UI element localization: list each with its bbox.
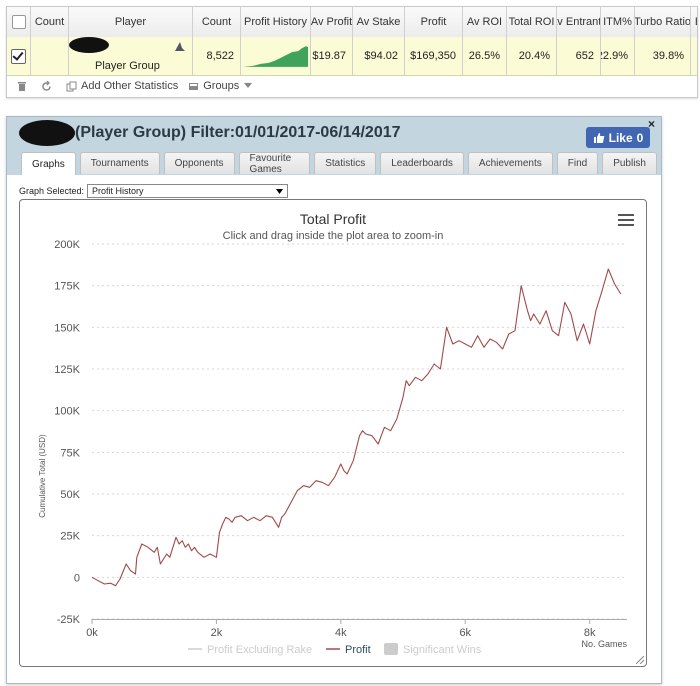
x-tick-label: 4k	[335, 627, 347, 639]
table-header-row: Count Player Count Profit History Av Pro…	[7, 7, 697, 38]
column-header-av-entrants[interactable]: Av Entrants	[557, 7, 601, 37]
close-button[interactable]: ×	[648, 117, 655, 131]
graph-selected-label: Graph Selected:	[19, 186, 85, 196]
like-label: Like	[608, 130, 633, 145]
dropdown-arrow-icon	[276, 188, 284, 194]
av-entrants-value: 652	[557, 37, 601, 75]
y-tick-label: 200K	[54, 239, 80, 251]
groups-label: Groups	[203, 80, 240, 92]
column-header-count[interactable]: Count	[31, 7, 69, 37]
av-stake-value: $94.02	[353, 37, 405, 75]
refresh-icon[interactable]	[41, 80, 56, 92]
y-tick-label: 125K	[54, 364, 80, 376]
y-tick-label: 150K	[54, 322, 80, 334]
column-header-count-2[interactable]: Count	[193, 7, 241, 37]
statistics-table: Count Player Count Profit History Av Pro…	[6, 6, 698, 98]
x-tick-label: 0k	[86, 627, 98, 639]
x-tick-label: 8k	[584, 627, 596, 639]
add-other-statistics-label: Add Other Statistics	[81, 80, 179, 92]
legend-item-profit[interactable]: Profit	[326, 644, 371, 656]
panel-title: (Player Group) Filter:01/01/2017-06/14/2…	[75, 124, 401, 141]
total-roi-value: 20.4%	[507, 37, 557, 75]
itm-value: 22.9%	[601, 37, 635, 75]
groups-icon	[189, 82, 199, 90]
column-header-total-roi[interactable]: Total ROI	[507, 7, 557, 37]
turbo-ratio-value: 39.8%	[635, 37, 691, 75]
chevron-down-icon	[244, 83, 253, 88]
row-checkbox[interactable]	[7, 37, 31, 75]
profit-chart[interactable]: Total Profit Click and drag inside the p…	[19, 199, 647, 667]
table-row[interactable]: Player Group 8,522 $19.87 $94.02 $169,35…	[7, 37, 697, 76]
trash-icon[interactable]	[17, 81, 31, 92]
column-header-profit-history[interactable]: Profit History	[241, 7, 311, 37]
chart-title: Total Profit	[300, 211, 366, 227]
legend-item-significant-wins[interactable]: Significant Wins	[384, 643, 482, 656]
y-tick-label: 25K	[60, 531, 80, 543]
count-cell	[31, 37, 69, 75]
count-value: 8,522	[193, 37, 241, 75]
legend-label: Profit	[345, 644, 371, 656]
column-header-itm[interactable]: ITM%	[601, 7, 635, 37]
chart-menu-icon[interactable]	[618, 214, 634, 226]
add-other-statistics-button[interactable]: Add Other Statistics	[66, 80, 178, 92]
tab-opponents[interactable]: Opponents	[163, 152, 235, 174]
column-header-av-roi[interactable]: Av ROI	[463, 7, 507, 37]
tab-favourite-games[interactable]: Favourite Games	[238, 152, 311, 175]
legend-item-profit-excluding-rake[interactable]: Profit Excluding Rake	[188, 644, 312, 656]
av-profit-value: $19.87	[311, 37, 353, 75]
like-count: 0	[636, 130, 644, 145]
copy-icon	[66, 81, 77, 91]
tab-leaderboards[interactable]: Leaderboards	[380, 152, 464, 174]
column-header-av-profit[interactable]: Av Profit	[311, 7, 353, 37]
profit-value: $169,350	[405, 37, 463, 75]
y-axis-label: Cumulative Total (USD)	[38, 434, 47, 518]
av-roi-value: 26.5%	[463, 37, 507, 75]
tab-achievements[interactable]: Achievements	[467, 152, 553, 174]
select-all-checkbox[interactable]	[7, 7, 31, 37]
y-tick-label: 0	[74, 572, 80, 584]
legend-label: Profit Excluding Rake	[207, 644, 312, 656]
e-value	[691, 37, 697, 75]
legend-symbol	[384, 643, 398, 655]
resize-handle-icon[interactable]	[636, 656, 644, 664]
legend-label: Significant Wins	[403, 644, 482, 656]
panel-header: (Player Group) Filter:01/01/2017-06/14/2…	[7, 117, 661, 175]
tab-statistics[interactable]: Statistics	[314, 152, 377, 174]
graph-select-dropdown[interactable]: Profit History	[87, 184, 289, 198]
thumbs-up-icon	[593, 132, 604, 143]
column-header-e[interactable]: E	[691, 7, 697, 37]
y-tick-label: 50K	[60, 489, 80, 501]
y-tick-label: 75K	[60, 447, 80, 459]
chart-subtitle: Click and drag inside the plot area to z…	[223, 230, 444, 242]
groups-dropdown[interactable]: Groups	[188, 80, 256, 92]
redacted-name	[19, 120, 75, 146]
tab-find[interactable]: Find	[556, 152, 599, 174]
y-tick-label: 100K	[54, 406, 80, 418]
x-tick-label: 6k	[459, 627, 471, 639]
profit-history-sparkline	[241, 37, 311, 75]
player-name: Player Group	[95, 60, 160, 72]
table-toolbar: Add Other Statistics Groups	[7, 75, 697, 97]
x-axis-label: No. Games	[581, 639, 627, 649]
y-tick-label: 175K	[54, 281, 80, 293]
player-cell[interactable]: Player Group	[69, 37, 193, 75]
tab-graphs[interactable]: Graphs	[21, 152, 76, 175]
tab-tournaments[interactable]: Tournaments	[79, 152, 160, 174]
chart-svg[interactable]: Total Profit Click and drag inside the p…	[20, 200, 646, 666]
column-header-player[interactable]: Player	[69, 7, 193, 37]
facebook-like-button[interactable]: Like 0	[586, 127, 650, 148]
tab-publish[interactable]: Publish	[602, 152, 657, 174]
column-header-profit[interactable]: Profit	[405, 7, 463, 37]
profit-series-line[interactable]	[91, 268, 622, 587]
redacted-avatar	[69, 37, 109, 53]
column-header-turbo-ratio[interactable]: Turbo Ratio	[635, 7, 691, 37]
graph-select-value: Profit History	[92, 186, 144, 196]
y-tick-label: -25K	[57, 614, 81, 626]
player-group-panel: (Player Group) Filter:01/01/2017-06/14/2…	[6, 116, 662, 684]
x-tick-label: 2k	[211, 627, 223, 639]
column-header-av-stake[interactable]: Av Stake	[353, 7, 405, 37]
graph-select-row: Graph Selected: Profit History	[19, 184, 289, 198]
shark-icon	[175, 42, 185, 51]
panel-tabs: Graphs Tournaments Opponents Favourite G…	[21, 152, 661, 175]
